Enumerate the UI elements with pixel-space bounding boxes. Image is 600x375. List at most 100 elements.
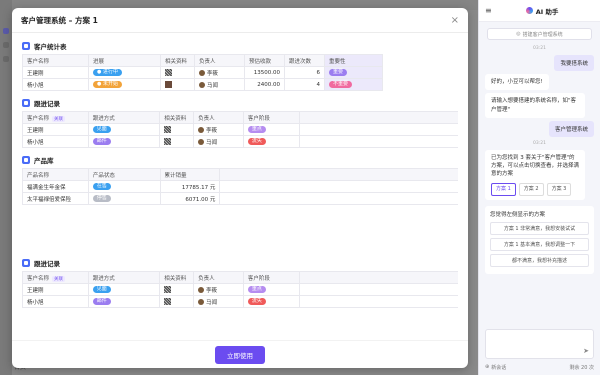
product-table: 产品名称 产品状态 累计销量 福满金生年金保 在售 17785.17 元 太平福 [22, 168, 458, 205]
suggestion-chip[interactable]: ◎ 搭建客户管理系统 [487, 28, 592, 40]
modal-body: 客户统计表 客户名称 进展 相关资料 负责人 预估收款 跟进次数 重要性 王建刚… [12, 34, 468, 340]
relation-badge: 关联 [52, 115, 66, 122]
column-header[interactable]: 负责人 [193, 271, 244, 284]
stage-tag: 重点 [247, 126, 266, 133]
table-icon [22, 98, 30, 107]
count-cell: 4 [284, 78, 325, 91]
avatar [198, 287, 205, 293]
ai-logo-icon [525, 7, 533, 14]
table-row[interactable]: 杨小旭 邮件 马闻 流失 [22, 135, 458, 148]
feedback-card: 您觉得左侧显示的方案 方案 1 非常满意，我想安装试试 方案 1 基本满意，我想… [485, 206, 594, 274]
feedback-option-describe[interactable]: 都不满意，我想补充描述 [490, 254, 589, 267]
follow-up-table: 客户名称关联 跟进方式 相关资料 负责人 客户阶段 王建刚 见面 李筱 重点 [22, 111, 458, 148]
product-section: 产品库 产品名称 产品状态 累计销量 福满金生年金保 在售 17785.17 元 [22, 154, 458, 205]
chat-icon: ◎ [516, 31, 521, 37]
panel-header: ≡ AI 助手 [479, 0, 600, 22]
attachment-thumbnail[interactable] [164, 286, 172, 293]
column-header[interactable]: 跟进方式 [87, 271, 161, 284]
table-header-row: 客户名称 进展 相关资料 负责人 预估收款 跟进次数 重要性 [22, 54, 383, 67]
progress-tag: ● 进行中 [93, 69, 122, 76]
column-header[interactable]: 产品状态 [87, 168, 161, 181]
table-icon [22, 258, 30, 267]
status-tag: 在售 [92, 183, 111, 190]
attachment-thumbnail[interactable] [165, 69, 172, 76]
customer-stats-table: 客户名称 进展 相关资料 负责人 预估收款 跟进次数 重要性 王建刚 ● 进行中 [22, 54, 383, 91]
menu-icon[interactable]: ≡ [485, 6, 492, 15]
customer-stats-section: 客户统计表 客户名称 进展 相关资料 负责人 预估收款 跟进次数 重要性 王建刚… [22, 40, 458, 91]
column-header[interactable]: 客户名称 关联 [22, 271, 89, 284]
attachment-thumbnail[interactable] [164, 298, 172, 305]
column-header[interactable]: 跟进次数 [284, 54, 325, 67]
solution-preview-modal: 客户管理系统 – 方案 1 × 客户统计表 客户名称 进展 相关资料 负责人 预… [12, 8, 468, 368]
sales-cell: 17785.17 元 [159, 180, 221, 193]
column-header[interactable]: 负责人 [193, 111, 244, 124]
method-tag: 邮件 [92, 298, 111, 305]
table-icon [22, 155, 30, 164]
table-row[interactable]: 福满金生年金保 在售 17785.17 元 [22, 180, 458, 193]
column-header[interactable]: 跟进方式 [87, 111, 161, 124]
avatar [198, 127, 205, 133]
column-header[interactable]: 客户阶段 [242, 111, 301, 124]
bot-message: 请输入想要搭建的系统名称，如"客户管理" [485, 93, 585, 118]
plan-switcher: 方案 1 方案 2 方案 3 [491, 182, 579, 196]
column-header[interactable]: 客户名称 关联 [22, 111, 89, 124]
stage-tag: 流失 [247, 298, 266, 305]
status-tag: 停售 [92, 195, 111, 202]
use-now-button[interactable]: 立即使用 [215, 345, 265, 364]
table-row[interactable]: 王建刚 见面 李筱 重点 [22, 123, 458, 136]
amount-cell: 13500.00 [244, 66, 285, 79]
feedback-option-install[interactable]: 方案 1 非常满意，我想安装试试 [490, 222, 589, 235]
progress-tag: ● 未开始 [93, 81, 122, 88]
avatar [198, 139, 205, 145]
avatar [199, 82, 205, 88]
attachment-thumbnail[interactable] [164, 138, 172, 145]
stage-tag: 流失 [247, 138, 266, 145]
table-row[interactable]: 杨小旭 ● 未开始 马闻 2400.00 4 不重要 [22, 78, 383, 91]
table-row[interactable]: 王建刚 见面 李筱 重点 [22, 283, 458, 296]
column-spacer [219, 168, 458, 181]
customer-name: 王建刚 [22, 66, 89, 79]
column-header[interactable]: 客户名称 [22, 54, 89, 67]
table-header-row: 客户名称 关联 跟进方式 相关资料 负责人 客户阶段 [22, 111, 458, 124]
owner-name: 李筱 [206, 127, 218, 134]
follow-up-section: 跟进记录 客户名称 关联 跟进方式 相关资料 负责人 客户阶段 王建刚 见面 李… [22, 97, 458, 148]
feedback-option-adjust[interactable]: 方案 1 基本满意，我想调整一下 [490, 238, 589, 251]
attachment-thumbnail[interactable] [164, 126, 172, 133]
column-header[interactable]: 进展 [88, 54, 161, 67]
new-chat-link[interactable]: 新会话 [491, 364, 506, 371]
column-spacer [299, 111, 458, 124]
column-header[interactable]: 客户阶段 [242, 271, 301, 284]
column-header[interactable]: 产品名称 [22, 168, 89, 181]
column-header[interactable]: 累计销量 [159, 168, 221, 181]
product-name: 太平福禄倍爱保险 [22, 192, 89, 205]
plan-2-button[interactable]: 方案 2 [518, 182, 544, 196]
plan-1-button[interactable]: 方案 1 [491, 182, 516, 196]
column-spacer [299, 271, 458, 284]
avatar [199, 70, 205, 76]
table-header-row: 客户名称 关联 跟进方式 相关资料 负责人 客户阶段 [22, 271, 458, 284]
app-icon [3, 28, 9, 34]
owner-name: 马闻 [206, 139, 218, 146]
column-header[interactable]: 预估收款 [244, 54, 285, 67]
send-icon[interactable]: ➤ [583, 347, 589, 355]
table-row[interactable]: 杨小旭 邮件 马闻 流失 [22, 295, 458, 308]
column-header[interactable]: 相关资料 [160, 54, 195, 67]
column-header[interactable]: 负责人 [194, 54, 245, 67]
new-chat-icon[interactable]: ⊕ [485, 364, 489, 370]
attachment-thumbnail[interactable] [165, 81, 172, 88]
importance-tag: 重要 [329, 69, 348, 76]
relation-badge: 关联 [52, 275, 66, 282]
column-header[interactable]: 重要性 [324, 54, 383, 67]
background-sidebar [0, 0, 12, 375]
column-header[interactable]: 相关资料 [159, 111, 195, 124]
timestamp: 03:21 [533, 46, 546, 51]
plan-3-button[interactable]: 方案 3 [546, 182, 572, 196]
customer-name: 杨小旭 [22, 135, 89, 148]
chat-input[interactable]: ➤ [485, 329, 594, 359]
table-row[interactable]: 王建刚 ● 进行中 李筱 13500.00 6 重要 [22, 66, 383, 79]
product-name: 福满金生年金保 [22, 180, 89, 193]
user-message: 客户管理系统 [548, 120, 594, 137]
column-header[interactable]: 相关资料 [159, 271, 195, 284]
table-row[interactable]: 太平福禄倍爱保险 停售 6071.00 元 [22, 192, 458, 205]
close-icon[interactable]: × [451, 15, 459, 26]
